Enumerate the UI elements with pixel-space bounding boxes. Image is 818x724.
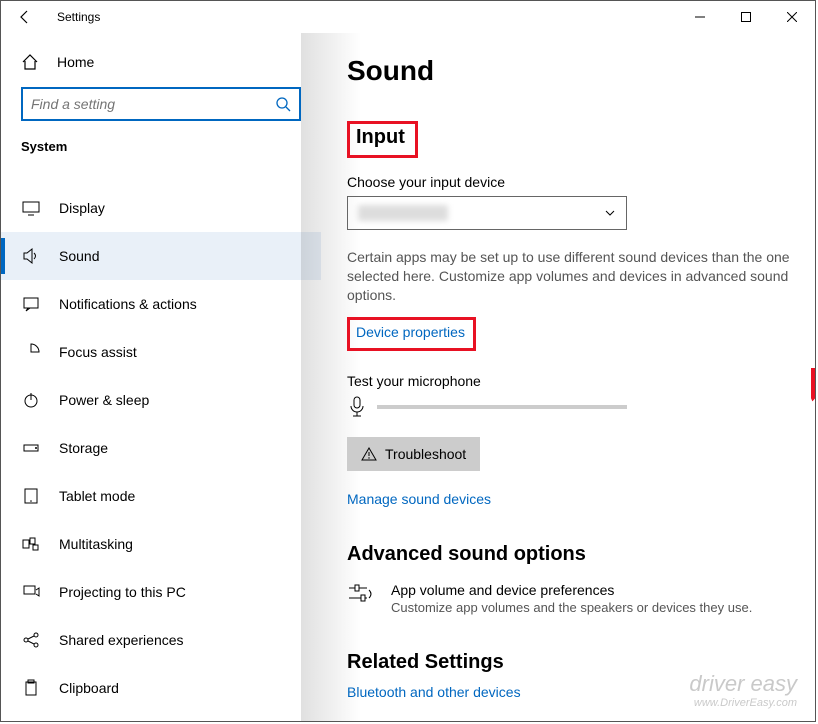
sidebar-item-projecting[interactable]: Projecting to this PC xyxy=(1,568,321,616)
projecting-icon xyxy=(21,583,41,601)
maximize-button[interactable] xyxy=(723,1,769,33)
advanced-options-heading: Advanced sound options xyxy=(347,543,791,566)
troubleshoot-button[interactable]: Troubleshoot xyxy=(347,437,480,471)
sidebar-item-tablet[interactable]: Tablet mode xyxy=(1,472,321,520)
sound-icon xyxy=(21,247,41,265)
sidebar-item-shared[interactable]: Shared experiences xyxy=(1,616,321,664)
power-icon xyxy=(21,391,41,409)
chevron-down-icon xyxy=(604,207,616,219)
search-icon xyxy=(275,96,291,112)
tablet-icon xyxy=(21,487,41,505)
storage-icon xyxy=(21,439,41,457)
sidebar-item-sound[interactable]: Sound xyxy=(1,232,321,280)
input-device-value-redacted xyxy=(358,205,448,221)
manage-sound-devices-link[interactable]: Manage sound devices xyxy=(347,491,791,507)
minimize-button[interactable] xyxy=(677,1,723,33)
choose-input-label: Choose your input device xyxy=(347,174,791,190)
search-input-wrap[interactable] xyxy=(21,87,301,121)
warning-icon xyxy=(361,446,377,462)
watermark: driver easy www.DriverEasy.com xyxy=(689,671,797,709)
close-button[interactable] xyxy=(769,1,815,33)
input-heading-highlight: Input xyxy=(347,121,418,158)
shared-icon xyxy=(21,631,41,649)
focus-icon xyxy=(21,343,41,361)
sidebar-item-display[interactable]: Display xyxy=(1,184,321,232)
multitasking-icon xyxy=(21,535,41,553)
input-heading: Input xyxy=(356,126,405,149)
test-mic-label: Test your microphone xyxy=(347,373,791,389)
app-volume-preferences[interactable]: App volume and device preferences Custom… xyxy=(347,582,791,615)
home-icon xyxy=(21,53,39,71)
microphone-icon xyxy=(347,395,367,419)
bluetooth-devices-link[interactable]: Bluetooth and other devices xyxy=(347,684,521,700)
notifications-icon xyxy=(21,295,41,313)
home-nav[interactable]: Home xyxy=(1,43,321,81)
mic-level-bar xyxy=(377,405,627,409)
device-properties-link[interactable]: Device properties xyxy=(356,324,465,340)
sidebar-item-clipboard[interactable]: Clipboard xyxy=(1,664,321,712)
window-title: Settings xyxy=(57,10,100,24)
page-title: Sound xyxy=(347,55,791,87)
section-label: System xyxy=(1,139,321,166)
sidebar-item-notifications[interactable]: Notifications & actions xyxy=(1,280,321,328)
device-properties-highlight: Device properties xyxy=(347,317,476,351)
input-device-select[interactable] xyxy=(347,196,627,230)
sidebar-item-focus[interactable]: Focus assist xyxy=(1,328,321,376)
home-label: Home xyxy=(57,54,94,70)
back-button[interactable] xyxy=(15,7,35,27)
annotation-arrow xyxy=(811,368,815,428)
input-description: Certain apps may be set up to use differ… xyxy=(347,248,791,305)
clipboard-icon xyxy=(21,679,41,697)
related-settings-heading: Related Settings xyxy=(347,651,791,674)
app-volume-desc: Customize app volumes and the speakers o… xyxy=(391,600,752,615)
app-volume-title: App volume and device preferences xyxy=(391,582,752,598)
sidebar-item-power[interactable]: Power & sleep xyxy=(1,376,321,424)
sidebar-item-multitasking[interactable]: Multitasking xyxy=(1,520,321,568)
sliders-icon xyxy=(347,582,375,606)
display-icon xyxy=(21,199,41,217)
search-input[interactable] xyxy=(31,96,275,112)
sidebar-item-storage[interactable]: Storage xyxy=(1,424,321,472)
